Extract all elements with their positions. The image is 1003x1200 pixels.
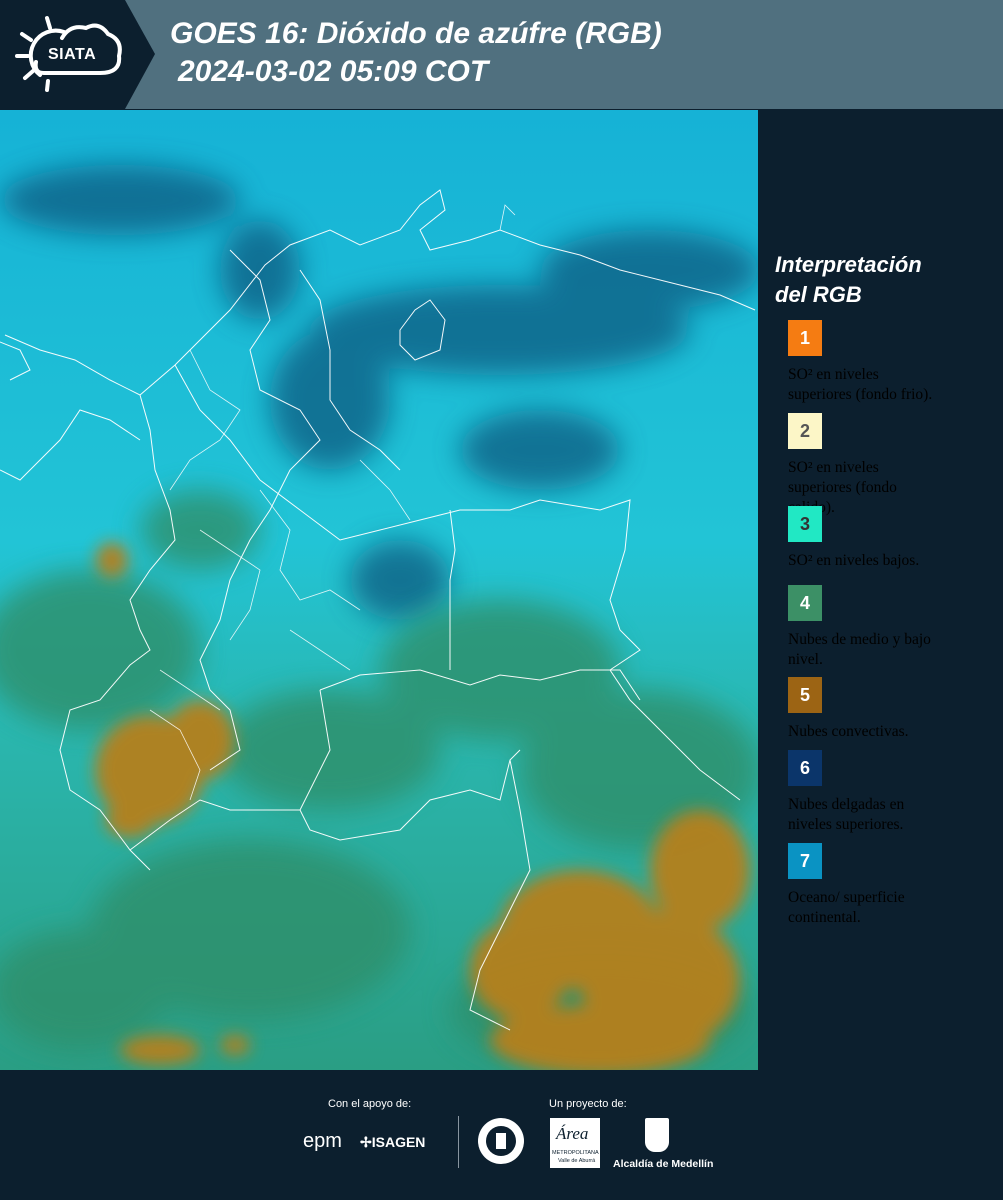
siata-logo: SIATA xyxy=(0,0,155,109)
epm-logo: epm xyxy=(303,1130,342,1152)
area-logo-sub1: METROPOLITANA xyxy=(552,1150,599,1156)
legend-item: 3 SO² en niveles bajos. xyxy=(788,506,988,571)
legend-description: Nubes delgadas en niveles superiores. xyxy=(788,795,988,835)
page-timestamp: 2024-03-02 05:09 COT xyxy=(178,55,489,88)
legend-item: 6 Nubes delgadas en niveles superiores. xyxy=(788,750,988,835)
legend-description-line: superiores (fondo xyxy=(788,479,897,496)
legend-swatch: 1 xyxy=(788,320,822,356)
legend-swatch: 4 xyxy=(788,585,822,621)
logo-text: SIATA xyxy=(48,46,97,63)
page-title: GOES 16: Dióxido de azúfre (RGB) xyxy=(170,17,662,50)
legend-item: 7 Oceano/ superficie continental. xyxy=(788,843,988,928)
isagen-icon: ✢ xyxy=(360,1134,372,1150)
medellin-seal-icon xyxy=(478,1118,524,1164)
legend-description: SO² en niveles superiores (fondo frio). xyxy=(788,365,988,405)
satellite-map xyxy=(0,110,758,1070)
legend-item: 4 Nubes de medio y bajo nivel. xyxy=(788,585,988,670)
area-metropolitana-logo: Área METROPOLITANA Valle de Aburrá xyxy=(550,1118,600,1168)
legend-swatch: 3 xyxy=(788,506,822,542)
legend-description-line: Oceano/ superficie xyxy=(788,889,905,906)
legend-item: 2SO² en nivelessuperiores (fondocalido). xyxy=(788,413,988,518)
legend-description-line: Nubes de medio y bajo xyxy=(788,631,931,648)
alcaldia-shield-icon xyxy=(645,1118,669,1152)
area-logo-sub2: Valle de Aburrá xyxy=(558,1158,596,1164)
legend-description-line: nivel. xyxy=(788,651,823,668)
legend-description-line: SO² en niveles xyxy=(788,366,879,383)
legend-description-line: continental. xyxy=(788,909,861,926)
legend-description-line: niveles superiores. xyxy=(788,816,904,833)
legend-item: 1 SO² en niveles superiores (fondo frio). xyxy=(788,320,988,405)
isagen-label: ISAGEN xyxy=(371,1134,426,1150)
footer: Con el apoyo de: Un proyecto de: epm ✢IS… xyxy=(0,1070,1003,1200)
project-label: Un proyecto de: xyxy=(549,1098,627,1110)
rgb-legend: Interpretación del RGB xyxy=(775,250,995,310)
legend-description-line: Nubes delgadas en xyxy=(788,796,905,813)
legend-item: 5 Nubes convectivas. xyxy=(788,677,988,742)
legend-swatch: 6 xyxy=(788,750,822,786)
area-logo-text: Área xyxy=(556,1124,589,1143)
map-image xyxy=(0,110,758,1070)
legend-description: Nubes de medio y bajo nivel. xyxy=(788,630,988,670)
legend-description-line: SO² en niveles xyxy=(788,459,879,476)
legend-title-line1: Interpretación xyxy=(775,252,922,277)
isagen-logo: ✢ISAGEN xyxy=(360,1134,425,1151)
footer-divider xyxy=(458,1116,459,1168)
legend-description: Oceano/ superficie continental. xyxy=(788,888,988,928)
legend-description-line: superiores (fondo frio). xyxy=(788,386,933,403)
alcaldia-logo: Alcaldía de Medellín xyxy=(613,1158,714,1170)
legend-swatch: 5 xyxy=(788,677,822,713)
legend-swatch: 7 xyxy=(788,843,822,879)
header-bar: SIATA GOES 16: Dióxido de azúfre (RGB) 2… xyxy=(0,0,1003,109)
legend-description: SO² en niveles bajos. xyxy=(788,551,988,571)
support-label: Con el apoyo de: xyxy=(328,1098,412,1110)
legend-description-line: Nubes convectivas. xyxy=(788,723,909,740)
legend-description: Nubes convectivas. xyxy=(788,722,988,742)
legend-swatch: 2 xyxy=(788,413,822,449)
legend-description-line: SO² en niveles bajos. xyxy=(788,552,920,569)
legend-title-line2: del RGB xyxy=(775,282,862,307)
